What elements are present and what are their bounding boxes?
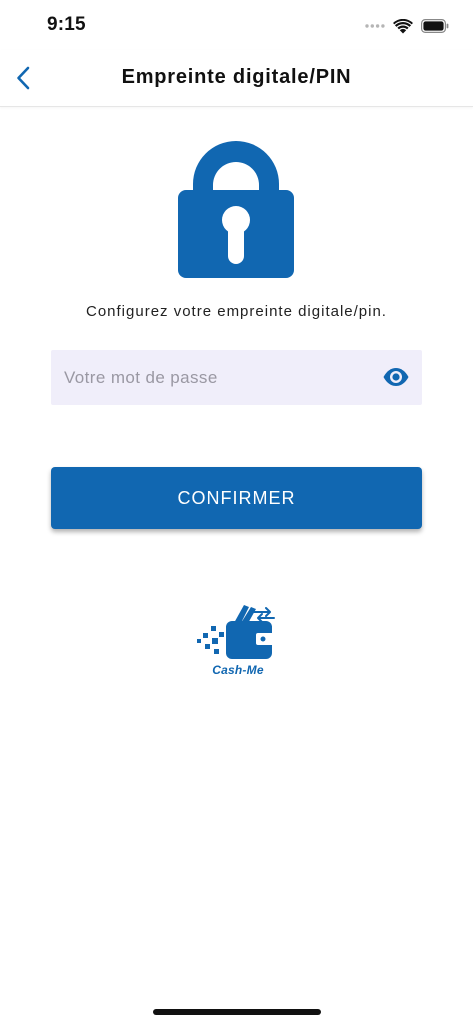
cash-me-logo: Cash-Me [196, 603, 280, 677]
logo-text: Cash-Me [212, 663, 264, 677]
eye-icon[interactable] [382, 364, 410, 390]
instruction-text: Configurez votre empreinte digitale/pin. [86, 303, 387, 320]
home-indicator [153, 1009, 321, 1015]
status-icons [365, 16, 449, 36]
confirm-button[interactable]: CONFIRMER [51, 467, 422, 529]
padlock-icon [178, 141, 294, 278]
status-bar: 9:15 [0, 0, 473, 50]
nav-bar: Empreinte digitale/PIN [0, 50, 473, 107]
password-input[interactable] [51, 350, 371, 405]
wifi-icon [393, 18, 413, 33]
page-title: Empreinte digitale/PIN [121, 66, 352, 88]
signal-dots-icon [365, 24, 385, 28]
status-time: 9:15 [47, 14, 86, 35]
battery-icon [421, 19, 449, 33]
password-field [51, 350, 422, 405]
wallet-icon [197, 605, 275, 659]
